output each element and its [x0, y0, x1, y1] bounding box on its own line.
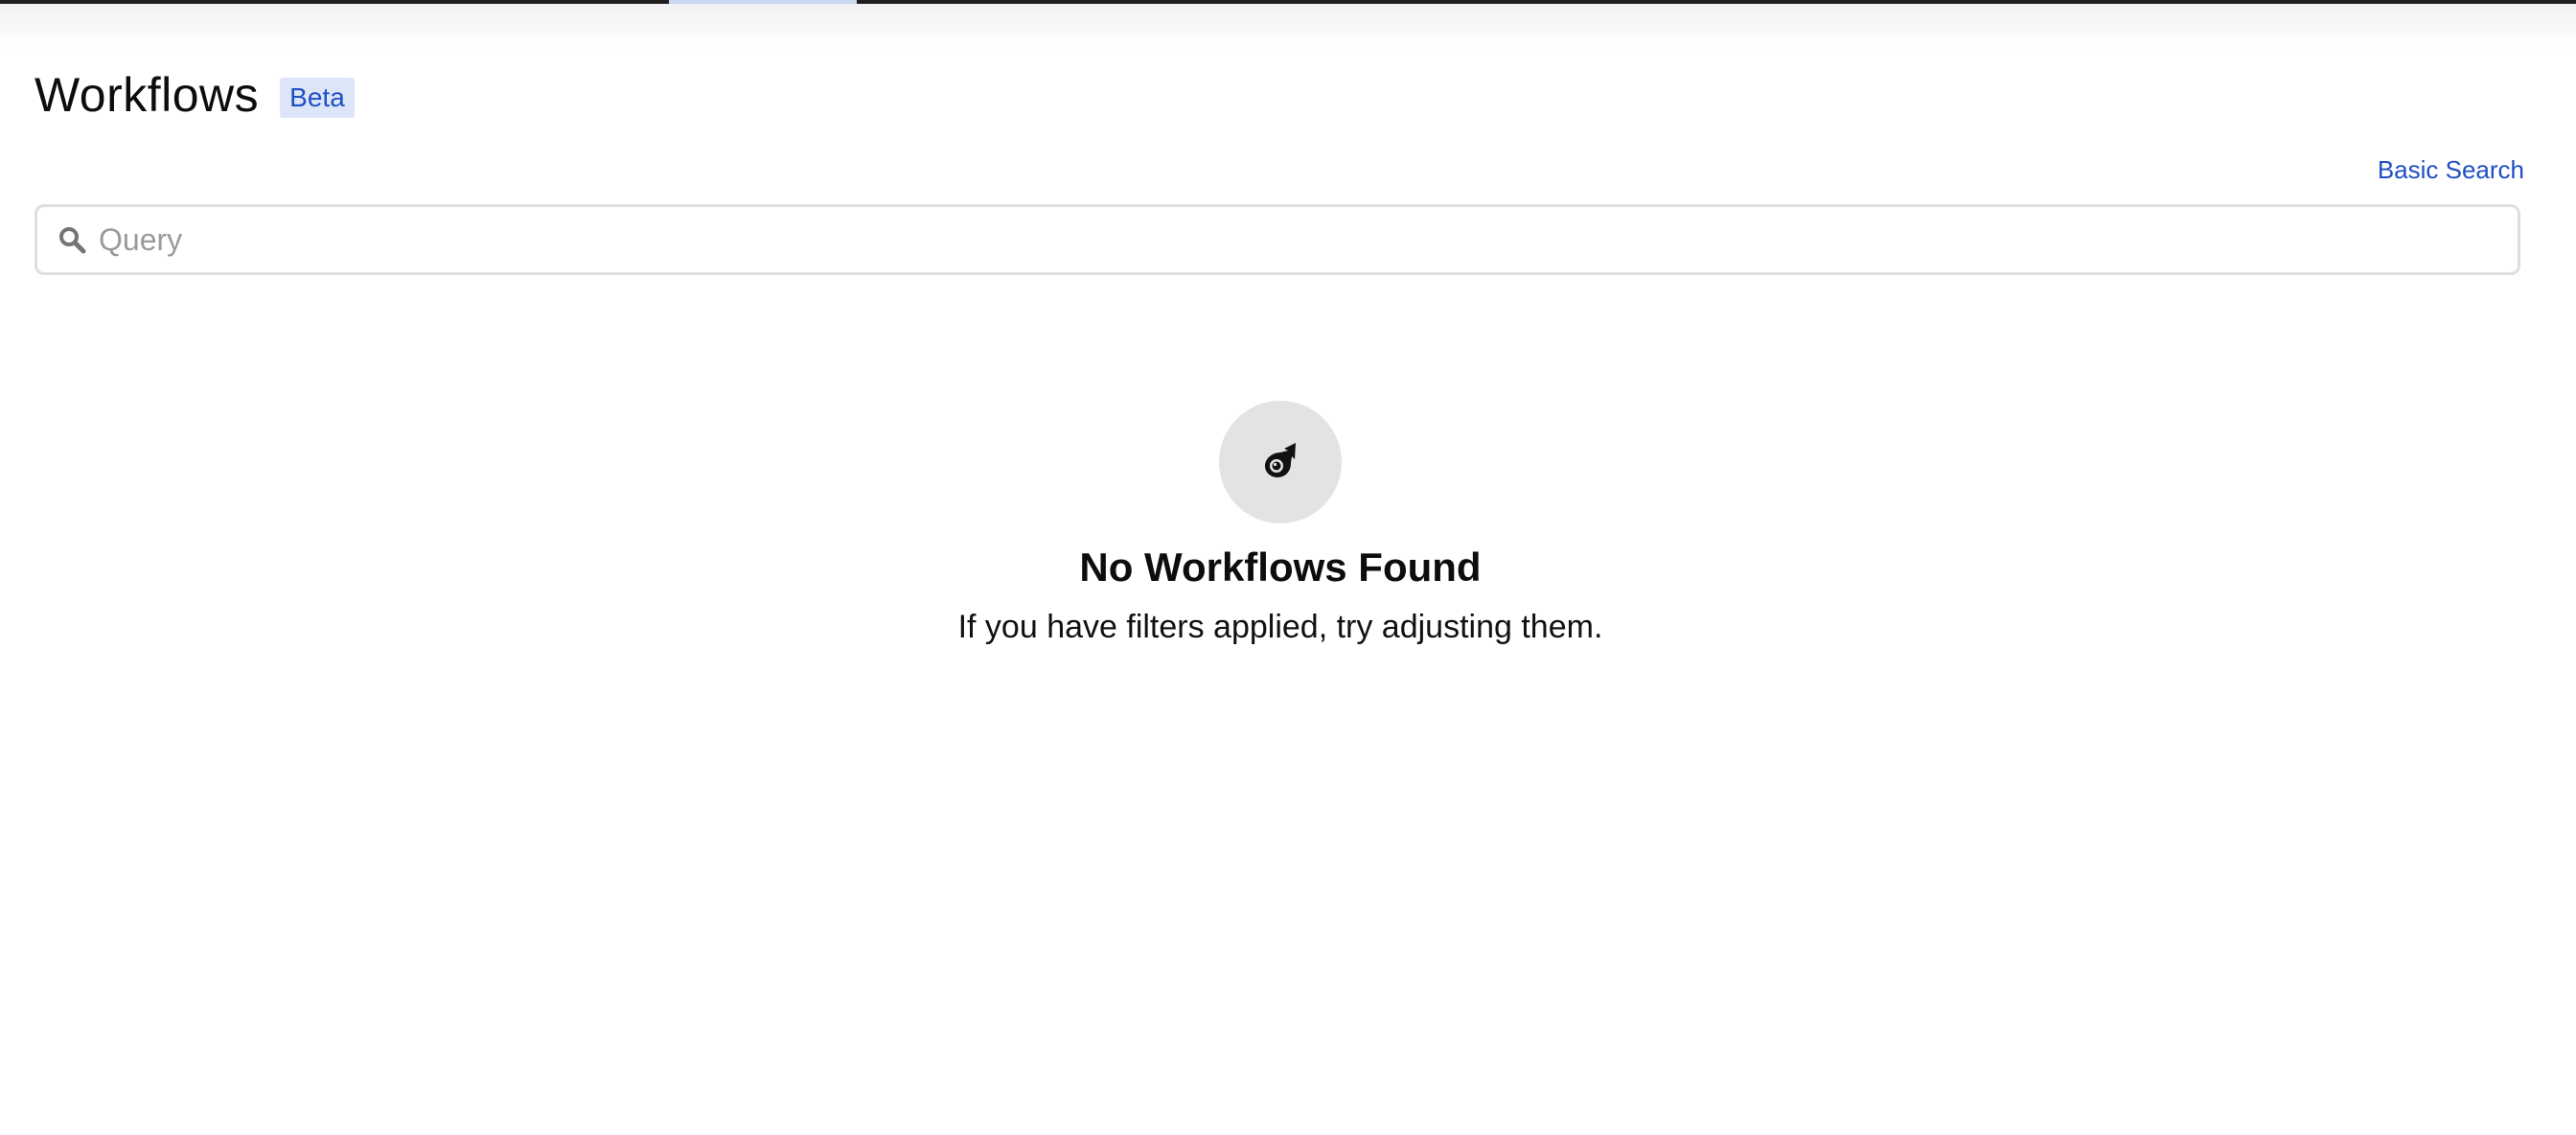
beta-badge: Beta — [280, 78, 355, 118]
search-icon — [55, 222, 89, 257]
empty-state: No Workflows Found If you have filters a… — [0, 401, 2561, 648]
search-input[interactable] — [97, 210, 2518, 269]
basic-search-link[interactable]: Basic Search — [2378, 155, 2524, 185]
comet-icon — [1259, 439, 1301, 486]
page-header: Workflows Beta — [34, 61, 355, 128]
search-box[interactable] — [34, 204, 2520, 275]
empty-state-title: No Workflows Found — [1079, 544, 1482, 590]
empty-state-icon-circle — [1219, 401, 1342, 523]
top-shadow — [0, 4, 2576, 50]
page-title: Workflows — [34, 68, 260, 122]
empty-state-subtitle: If you have filters applied, try adjusti… — [957, 609, 1603, 645]
